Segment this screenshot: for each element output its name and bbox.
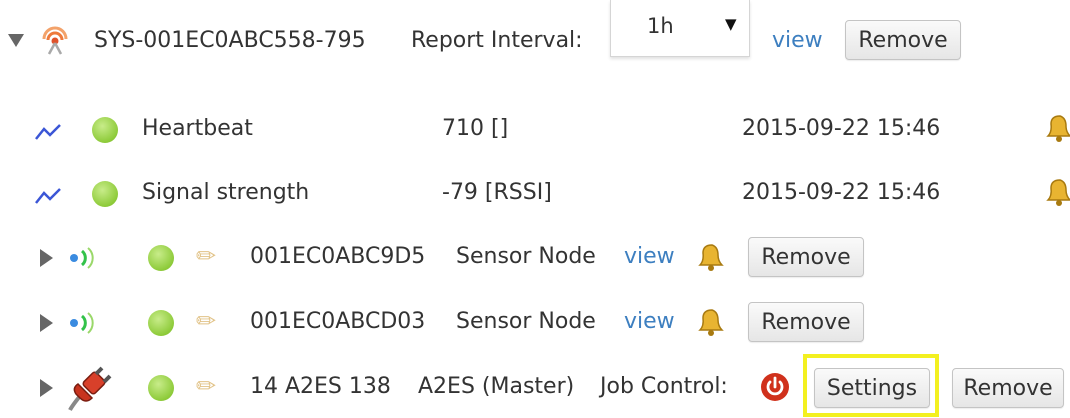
master-type: A2ES (Master): [418, 374, 575, 399]
status-ok-icon: [148, 245, 174, 271]
node-view-link[interactable]: view: [624, 311, 675, 333]
bell-icon[interactable]: [1042, 112, 1070, 150]
chart-line-icon: [34, 186, 64, 211]
expand-caret-icon[interactable]: [40, 249, 53, 267]
power-icon[interactable]: [760, 372, 790, 408]
pencil-icon[interactable]: ✏: [196, 374, 216, 398]
system-row: SYS-001EC0ABC558-795 Report Interval: 1h…: [0, 0, 1070, 62]
metric-name: Signal strength: [142, 180, 310, 205]
bell-icon[interactable]: [1042, 176, 1070, 214]
dropdown-arrow-icon: ▼: [725, 15, 737, 33]
master-row: ✏ 14 A2ES 138 A2ES (Master) Job Control:…: [0, 354, 1070, 417]
metric-timestamp: 2015-09-22 15:46: [742, 180, 941, 205]
expand-caret-icon[interactable]: [40, 379, 53, 397]
remove-button-label: Remove: [858, 27, 948, 53]
expand-caret-icon[interactable]: [40, 314, 53, 332]
node-id: 001EC0ABCD03: [250, 309, 426, 334]
remove-button-label: Remove: [761, 309, 851, 335]
node-type: Sensor Node: [456, 309, 596, 334]
bell-icon[interactable]: [694, 306, 724, 344]
pencil-icon[interactable]: ✏: [196, 244, 216, 268]
system-id: SYS-001EC0ABC558-795: [94, 28, 366, 53]
metric-timestamp: 2015-09-22 15:46: [742, 116, 941, 141]
remove-button-label: Remove: [963, 375, 1053, 401]
node-view-link[interactable]: view: [624, 246, 675, 268]
node-remove-button[interactable]: Remove: [748, 237, 864, 277]
remove-button-label: Remove: [761, 244, 851, 270]
report-interval-value: 1h: [647, 14, 674, 38]
status-ok-icon: [92, 181, 118, 207]
settings-button-label: Settings: [826, 375, 918, 401]
plug-icon: [66, 366, 112, 418]
report-interval-select[interactable]: 1h ▼: [610, 0, 750, 57]
metric-row-heartbeat: Heartbeat 710 [] 2015-09-22 15:46: [0, 106, 1070, 150]
status-ok-icon: [92, 117, 118, 143]
node-row: ✏ 001EC0ABC9D5 Sensor Node view Remove: [0, 236, 1070, 280]
metric-value: 710 []: [442, 116, 509, 141]
node-remove-button[interactable]: Remove: [748, 302, 864, 342]
status-ok-icon: [148, 375, 174, 401]
node-type: Sensor Node: [456, 244, 596, 269]
master-id: 14 A2ES 138: [250, 374, 391, 399]
system-remove-button[interactable]: Remove: [845, 20, 961, 60]
status-ok-icon: [148, 310, 174, 336]
wireless-sensor-icon: [66, 245, 100, 277]
gateway-signal-icon: [40, 25, 70, 61]
settings-button[interactable]: Settings: [814, 368, 930, 408]
metric-value: -79 [RSSI]: [442, 180, 552, 205]
wireless-sensor-icon: [66, 310, 100, 342]
metric-row-signal: Signal strength -79 [RSSI] 2015-09-22 15…: [0, 170, 1070, 214]
pencil-icon[interactable]: ✏: [196, 309, 216, 333]
metric-name: Heartbeat: [142, 116, 253, 141]
node-row: ✏ 001EC0ABCD03 Sensor Node view Remove: [0, 301, 1070, 345]
master-remove-button[interactable]: Remove: [952, 368, 1064, 408]
job-control-label: Job Control:: [600, 374, 728, 399]
chart-line-icon: [34, 122, 64, 147]
report-interval-label: Report Interval:: [411, 28, 583, 53]
system-view-link[interactable]: view: [772, 30, 823, 52]
expand-caret-icon[interactable]: [8, 34, 24, 47]
node-id: 001EC0ABC9D5: [250, 244, 426, 269]
bell-icon[interactable]: [694, 241, 724, 279]
